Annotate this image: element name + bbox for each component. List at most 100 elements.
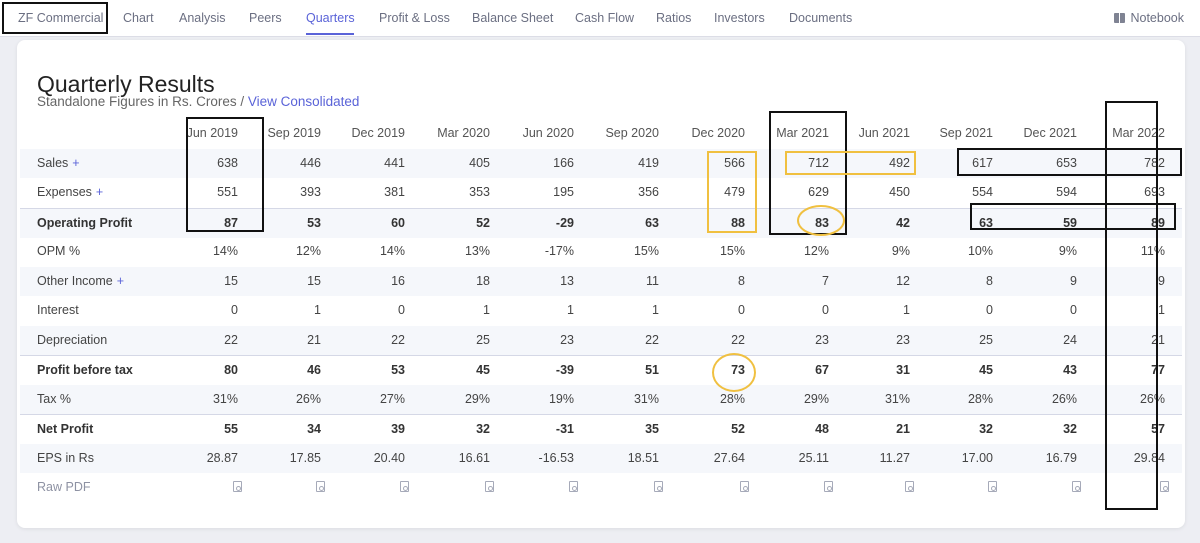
row-label-text: Expenses <box>37 185 92 199</box>
table-cell: 43 <box>1063 363 1077 377</box>
row-label-text: Operating Profit <box>37 215 133 230</box>
table-cell: 0 <box>986 303 993 317</box>
active-tab-underline <box>306 33 354 35</box>
table-cell: 7 <box>822 273 829 288</box>
table-cell: 29% <box>803 391 829 406</box>
table-row-other-income[interactable]: Other Income +15 15 16 18 13 11 8 7 12 8 9 9 <box>20 266 1182 296</box>
tab-ratios[interactable]: Ratios <box>656 11 691 25</box>
column-header: Jun 2021 <box>858 126 910 140</box>
pdf-icon[interactable] <box>316 481 325 492</box>
row-label: Profit before tax <box>37 356 133 385</box>
table-cell: 11.27 <box>879 450 910 465</box>
pdf-icon[interactable] <box>233 481 242 492</box>
table-cell: 18.51 <box>627 450 659 465</box>
pdf-icon[interactable] <box>740 481 749 492</box>
table-cell: 16.61 <box>458 450 490 465</box>
expand-plus-icon[interactable]: + <box>117 274 124 288</box>
row-label: Expenses + <box>37 178 103 207</box>
column-header: Dec 2021 <box>1023 126 1077 140</box>
pdf-icon[interactable] <box>654 481 663 492</box>
table-cell: 21 <box>307 332 321 347</box>
table-cell: 441 <box>384 155 405 170</box>
expand-plus-icon[interactable]: + <box>72 156 79 170</box>
expand-plus-icon[interactable]: + <box>96 185 103 199</box>
pdf-icon[interactable] <box>824 481 833 492</box>
pdf-icon[interactable] <box>485 481 494 492</box>
row-label-text: Other Income <box>37 273 113 288</box>
table-cell: 18 <box>476 273 490 288</box>
table-cell: 34 <box>307 422 321 436</box>
tab-analysis[interactable]: Analysis <box>179 11 226 25</box>
table-cell: 15% <box>633 244 659 258</box>
table-cell: -29 <box>555 215 574 230</box>
table-cell: 0 <box>738 303 745 317</box>
top-navigation: Notebook ZF Commercial Chart Analysis Peers… <box>0 0 1200 37</box>
table-cell: 67 <box>815 363 829 377</box>
tab-peers[interactable]: Peers <box>249 11 282 25</box>
tab-cash-flow[interactable]: Cash Flow <box>575 11 634 25</box>
table-cell: 22 <box>391 332 405 347</box>
table-cell: 31% <box>884 391 910 406</box>
tab-documents[interactable]: Documents <box>789 11 852 25</box>
table-cell: 45 <box>979 363 993 377</box>
table-cell: 13 <box>560 273 574 288</box>
view-consolidated-link[interactable]: View Consolidated <box>248 94 360 109</box>
pdf-icon[interactable] <box>988 481 997 492</box>
table-cell: 0 <box>1070 303 1077 317</box>
row-label-text: OPM % <box>37 244 81 258</box>
table-cell: 0 <box>822 303 829 317</box>
annotation-box-company-tab <box>2 2 108 34</box>
table-cell: -31 <box>555 422 574 436</box>
pdf-icon[interactable] <box>1072 481 1081 492</box>
table-cell: 31% <box>212 391 238 406</box>
table-row-eps-in-rs: EPS in Rs 28.87 17.85 20.40 16.61 -16.53 18.51… <box>20 443 1182 473</box>
tab-chart[interactable]: Chart <box>123 11 154 25</box>
table-cell: 1 <box>567 303 574 317</box>
table-cell: 16.79 <box>1045 450 1077 465</box>
table-cell: 28% <box>967 391 993 406</box>
table-cell: 23 <box>815 332 829 347</box>
notebook-button[interactable]: Notebook <box>1114 11 1184 25</box>
table-cell: 26% <box>1051 391 1077 406</box>
table-row-profit-before-tax: Profit before tax 80 46 53 45 -39 51 73 67 31 45 43… <box>20 355 1182 385</box>
table-cell: 19% <box>548 391 574 406</box>
pdf-icon[interactable] <box>1160 481 1169 492</box>
table-cell: 42 <box>896 215 910 230</box>
annotation-box-jun-2019 <box>186 117 264 232</box>
pdf-icon[interactable] <box>400 481 409 492</box>
pdf-icon[interactable] <box>569 481 578 492</box>
table-cell: 15 <box>307 273 321 288</box>
table-cell: 9% <box>891 244 910 258</box>
pdf-icon[interactable] <box>905 481 914 492</box>
column-header: Dec 2019 <box>351 126 405 140</box>
row-label-text: Net Profit <box>37 422 94 436</box>
table-cell: 15% <box>719 244 745 258</box>
table-cell: 419 <box>638 155 659 170</box>
row-label-text: Sales <box>37 155 69 170</box>
table-row-opm: OPM % 14% 12% 14% 13% -17% 15% 15% 12% 9% 10% 9% 11% <box>20 237 1182 266</box>
table-cell: 52 <box>476 215 490 230</box>
table-cell: 1 <box>1158 303 1165 317</box>
table-cell: 8 <box>986 273 993 288</box>
row-label: Net Profit <box>37 415 93 444</box>
table-cell: 14% <box>379 244 405 258</box>
tab-profit-loss[interactable]: Profit & Loss <box>379 11 450 25</box>
table-cell: 60 <box>391 215 405 230</box>
table-cell: 166 <box>553 155 574 170</box>
table-cell: 28.87 <box>206 450 238 465</box>
table-cell: 24 <box>1063 332 1077 347</box>
raw-pdf-label: Raw PDF <box>37 480 91 494</box>
table-row-raw-pdf: Raw PDF <box>20 473 1182 502</box>
tab-investors[interactable]: Investors <box>714 11 765 25</box>
table-cell: 1 <box>483 303 490 317</box>
row-label-text: Tax % <box>37 391 72 406</box>
table-cell: 21 <box>896 422 910 436</box>
row-label: Operating Profit <box>37 209 132 238</box>
table-cell: 13% <box>464 244 490 258</box>
tab-balance-sheet[interactable]: Balance Sheet <box>472 11 553 25</box>
column-header: Sep 2021 <box>939 126 993 140</box>
table-row-tax: Tax % 31% 26% 27% 29% 19% 31% 28% 29% 31% 28% 26% 26… <box>20 384 1182 414</box>
table-cell: 35 <box>645 422 659 436</box>
table-cell: 450 <box>889 185 910 199</box>
tab-quarters[interactable]: Quarters <box>306 11 355 25</box>
